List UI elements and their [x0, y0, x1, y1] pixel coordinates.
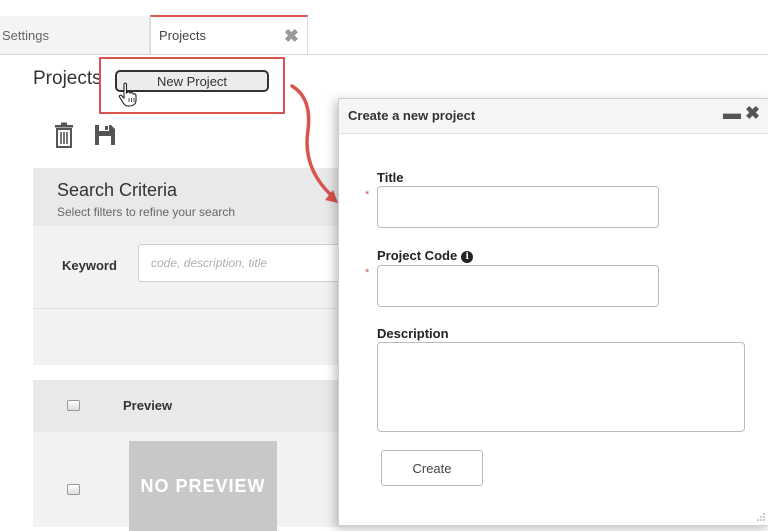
- description-label: Description: [377, 326, 449, 341]
- resize-grip-icon[interactable]: [756, 512, 766, 522]
- project-code-input[interactable]: [377, 265, 659, 307]
- dialog-header[interactable]: Create a new project ▬ ✖: [339, 99, 768, 134]
- create-button[interactable]: Create: [381, 450, 483, 486]
- keyword-input[interactable]: [138, 244, 348, 282]
- title-label: Title: [377, 170, 404, 185]
- info-icon[interactable]: i: [461, 251, 474, 263]
- keyword-label: Keyword: [62, 258, 117, 273]
- title-input[interactable]: [377, 186, 659, 228]
- description-textarea[interactable]: [377, 342, 745, 432]
- column-header-preview[interactable]: Preview: [123, 398, 172, 413]
- row-checkbox[interactable]: [67, 484, 80, 495]
- required-marker: *: [365, 189, 370, 201]
- project-code-label-text: Project Code: [377, 248, 458, 263]
- table-header: Preview: [33, 380, 343, 432]
- close-icon[interactable]: ✖: [745, 103, 760, 124]
- project-code-label: Project Code i: [377, 248, 474, 263]
- required-marker: *: [365, 267, 370, 279]
- dialog-title: Create a new project: [348, 108, 476, 123]
- minimize-icon[interactable]: ▬: [723, 103, 741, 124]
- create-project-dialog: Create a new project ▬ ✖ Title * Project…: [338, 98, 768, 526]
- table-row: NO PREVIEW: [33, 432, 343, 531]
- select-all-checkbox[interactable]: [67, 400, 80, 411]
- divider: [33, 308, 343, 309]
- thumbnail-placeholder: NO PREVIEW: [129, 441, 277, 531]
